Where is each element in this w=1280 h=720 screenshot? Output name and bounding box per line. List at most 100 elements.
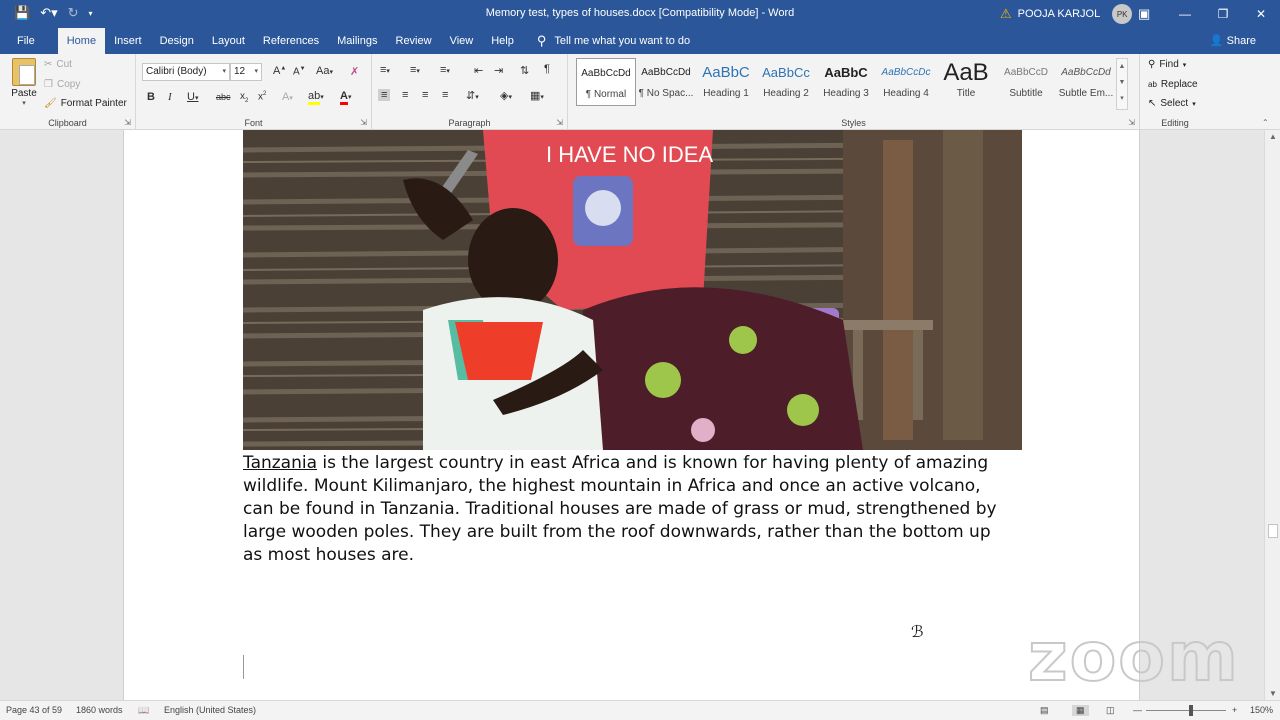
web-layout-icon[interactable]: ◫ [1106, 705, 1115, 716]
font-size-box[interactable]: 12 ▾ [230, 63, 262, 81]
tab-references[interactable]: References [254, 28, 328, 54]
chevron-down-icon[interactable]: ▾ [254, 64, 258, 80]
read-mode-icon[interactable]: ▤ [1040, 705, 1049, 716]
photo-child-eating: I HAVE NO IDEA [243, 130, 1022, 450]
style-title[interactable]: AaB Title [936, 58, 996, 106]
change-case-icon[interactable]: Aa▾ [316, 65, 333, 77]
proofing-icon[interactable]: 📖 [138, 705, 149, 716]
paragraph-launcher-icon[interactable]: ⇲ [556, 118, 563, 127]
ribbon-display-options-icon[interactable]: ▣ [1138, 6, 1150, 22]
tab-home[interactable]: Home [57, 28, 106, 54]
collapse-ribbon-icon[interactable]: ⌃ [1262, 118, 1269, 127]
chevron-down-icon[interactable]: ▾ [222, 64, 226, 80]
cut-button[interactable]: ✂ Cut [44, 59, 72, 70]
zoom-in-icon[interactable]: + [1232, 705, 1237, 715]
clear-formatting-icon[interactable]: ✗ [350, 65, 359, 78]
scroll-up-icon[interactable]: ▲ [1265, 132, 1280, 141]
tab-view[interactable]: View [441, 28, 483, 54]
style-heading-3[interactable]: AaBbC Heading 3 [816, 58, 876, 106]
text-effects-icon[interactable]: A▾ [282, 91, 293, 103]
tab-review[interactable]: Review [387, 28, 441, 54]
vertical-scrollbar[interactable]: ▲ ▼ [1264, 130, 1280, 700]
chevron-down-icon[interactable]: ▼ [1117, 75, 1127, 91]
style-subtle-emphasis[interactable]: AaBbCcDd Subtle Em... [1056, 58, 1116, 106]
tab-mailings[interactable]: Mailings [328, 28, 386, 54]
avatar[interactable]: PK [1112, 4, 1133, 24]
word-count[interactable]: 1860 words [76, 705, 123, 715]
strikethrough-icon[interactable]: abc [216, 92, 231, 102]
minimize-icon[interactable]: — [1166, 0, 1204, 28]
document-paragraph[interactable]: Tanzania is the largest country in east … [243, 452, 1013, 567]
style-heading-4[interactable]: AaBbCcDc Heading 4 [876, 58, 936, 106]
bullets-icon[interactable]: ≡▾ [380, 64, 390, 76]
share-button[interactable]: 👤 Share [1210, 34, 1256, 47]
user-account[interactable]: ⚠ POOJA KARJOL PK [1000, 4, 1133, 24]
increase-indent-icon[interactable]: ⇥ [494, 64, 503, 77]
justify-icon[interactable]: ≡ [442, 89, 448, 101]
tab-layout[interactable]: Layout [203, 28, 254, 54]
font-launcher-icon[interactable]: ⇲ [360, 118, 367, 127]
styles-group-label: Styles [841, 118, 866, 128]
document-page[interactable]: I HAVE NO IDEA Tanzania is the largest c… [123, 130, 1239, 700]
decrease-indent-icon[interactable]: ⇤ [474, 64, 483, 77]
tab-design[interactable]: Design [151, 28, 203, 54]
copy-button[interactable]: ❐ Copy [44, 79, 80, 90]
replace-button[interactable]: ab Replace [1148, 79, 1198, 90]
tab-help[interactable]: Help [482, 28, 523, 54]
chevron-up-icon[interactable]: ▲ [1117, 59, 1127, 75]
font-color-icon[interactable]: A▾ [340, 90, 351, 105]
document-photo[interactable]: I HAVE NO IDEA [243, 130, 1022, 450]
find-button[interactable]: ⚲ Find ▾ [1148, 59, 1186, 70]
style-heading-1[interactable]: AaBbC Heading 1 [696, 58, 756, 106]
scroll-down-icon[interactable]: ▼ [1265, 689, 1280, 698]
shading-icon[interactable]: ◈▾ [500, 89, 512, 102]
numbering-icon[interactable]: ≡▾ [410, 64, 420, 76]
scroll-thumb[interactable] [1268, 524, 1278, 538]
close-icon[interactable]: ✕ [1242, 0, 1280, 28]
underline-icon[interactable]: U▾ [187, 91, 198, 103]
style-no-spacing[interactable]: AaBbCcDd ¶ No Spac... [636, 58, 696, 106]
styles-gallery-scroll[interactable]: ▲ ▼ ▾ [1116, 58, 1128, 110]
shrink-font-icon[interactable]: A▼ [293, 66, 306, 77]
zoom-slider-thumb[interactable] [1189, 705, 1193, 716]
show-formatting-icon[interactable]: ¶ [544, 63, 550, 75]
zoom-slider[interactable] [1146, 710, 1226, 711]
align-left-icon[interactable]: ≡ [378, 89, 391, 101]
select-button[interactable]: ↖ Select ▾ [1148, 98, 1196, 109]
restore-icon[interactable]: ❐ [1204, 0, 1242, 28]
subscript-icon[interactable]: x2 [240, 91, 248, 104]
ribbon: Paste ▾ ✂ Cut ❐ Copy 🖌 Format Painter Cl… [0, 54, 1280, 130]
tab-insert[interactable]: Insert [105, 28, 151, 54]
align-center-icon[interactable]: ≡ [402, 89, 408, 101]
print-layout-icon[interactable]: ▦ [1072, 705, 1089, 716]
tanzania-word[interactable]: Tanzania [243, 453, 317, 473]
paste-button[interactable]: Paste ▾ [8, 58, 40, 107]
style-subtitle[interactable]: AaBbCcD Subtitle [996, 58, 1056, 106]
tab-file[interactable]: File [8, 28, 44, 54]
language-indicator[interactable]: English (United States) [164, 705, 256, 715]
format-painter-button[interactable]: 🖌 Format Painter [44, 98, 127, 109]
line-spacing-icon[interactable]: ⇵▾ [466, 89, 479, 102]
tell-me-search[interactable]: ⚲ Tell me what you want to do [537, 28, 690, 54]
borders-icon[interactable]: ▦▾ [530, 89, 544, 102]
page-count[interactable]: Page 43 of 59 [6, 705, 62, 715]
sort-icon[interactable]: ⇅ [520, 64, 529, 77]
font-name-box[interactable]: Calibri (Body) ▾ [142, 63, 230, 81]
zoom-level[interactable]: 150% [1250, 705, 1273, 715]
clipboard-launcher-icon[interactable]: ⇲ [124, 118, 131, 127]
superscript-icon[interactable]: x2 [258, 91, 266, 102]
style-heading-2[interactable]: AaBbCc Heading 2 [756, 58, 816, 106]
status-bar: Page 43 of 59 1860 words 📖 English (Unit… [0, 700, 1280, 720]
style-normal[interactable]: AaBbCcDd ¶ Normal [576, 58, 636, 106]
font-name-value: Calibri (Body) [146, 66, 207, 77]
more-styles-icon[interactable]: ▾ [1117, 91, 1127, 107]
zoom-out-icon[interactable]: — [1133, 705, 1142, 715]
grow-font-icon[interactable]: A▲ [273, 65, 286, 77]
highlight-color-icon[interactable]: ab▾ [308, 90, 324, 105]
styles-launcher-icon[interactable]: ⇲ [1128, 118, 1135, 127]
italic-icon[interactable]: I [168, 91, 172, 103]
bold-icon[interactable]: B [147, 91, 155, 103]
document-area[interactable]: I HAVE NO IDEA Tanzania is the largest c… [0, 130, 1264, 700]
multilevel-list-icon[interactable]: ≡▾ [440, 64, 450, 76]
align-right-icon[interactable]: ≡ [422, 89, 428, 101]
